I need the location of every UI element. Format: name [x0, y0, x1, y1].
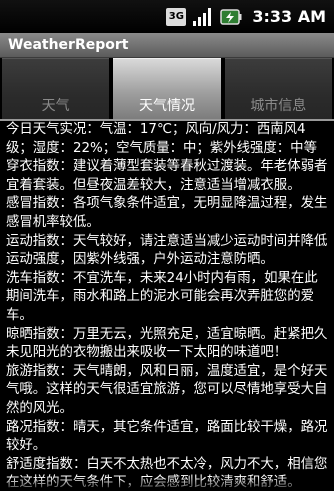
car-wash-index-text: 洗车指数：不宜洗车，未来24小时内有雨，如果在此期间洗车，雨水和路上的泥水可能会…: [6, 270, 318, 323]
travel-index-text: 旅游指数：天气晴朗，风和日丽，温度适宜，是个好天气哦。这样的天气很适宜旅游，您可…: [6, 363, 328, 416]
tab-weather[interactable]: 天气: [2, 58, 110, 120]
scroll-fade: [0, 477, 334, 491]
current-conditions-text: 今日天气实况：气温：17℃；风向/风力：西南风4级；湿度：22%；空气质量：中；…: [6, 122, 317, 156]
tab-city-info[interactable]: 城市信息: [224, 58, 332, 120]
tab-label: 城市信息: [250, 98, 307, 114]
signal-strength-icon: [192, 7, 214, 27]
road-index-text: 路况指数：晴天，其它条件适宜，路面比较干燥，路况较好。: [6, 419, 328, 454]
tab-label: 天气: [41, 98, 70, 114]
tab-bar: 天气 天气情况 城市信息: [0, 58, 334, 120]
tab-label: 天气情况: [138, 98, 195, 114]
cold-index-text: 感冒指数：各项气象条件适宜，无明显降温过程，发生感冒机率较低。: [6, 196, 328, 230]
network-3g-icon: 3G: [166, 7, 187, 26]
app-title-bar: WeatherReport: [0, 33, 334, 58]
tab-weather-conditions[interactable]: 天气情况: [113, 58, 221, 120]
exercise-index-text: 运动指数：天气较好，请注意适当减少运动时间并降低运动强度，因紫外线强，户外运动注…: [6, 233, 328, 268]
weather-details-scroll[interactable]: 今日天气实况：气温：17℃；风向/风力：西南风4级；湿度：22%；空气质量：中；…: [0, 121, 334, 491]
drying-index-text: 晾晒指数：万里无云，光照充足，适宜晾晒。赶紧把久未见阳光的衣物搬出来吸收一下太阳…: [6, 326, 328, 361]
clothing-index-text: 穿衣指数：建议着薄型套装等春秋过渡装。年老体弱者宜着套装。但昼夜温差较大，注意适…: [6, 159, 328, 193]
clock: 3:33 AM: [252, 7, 326, 26]
battery-charging-icon: [220, 7, 242, 27]
app-title: WeatherReport: [8, 37, 129, 53]
status-bar: 3G 3:33 AM: [0, 0, 334, 33]
